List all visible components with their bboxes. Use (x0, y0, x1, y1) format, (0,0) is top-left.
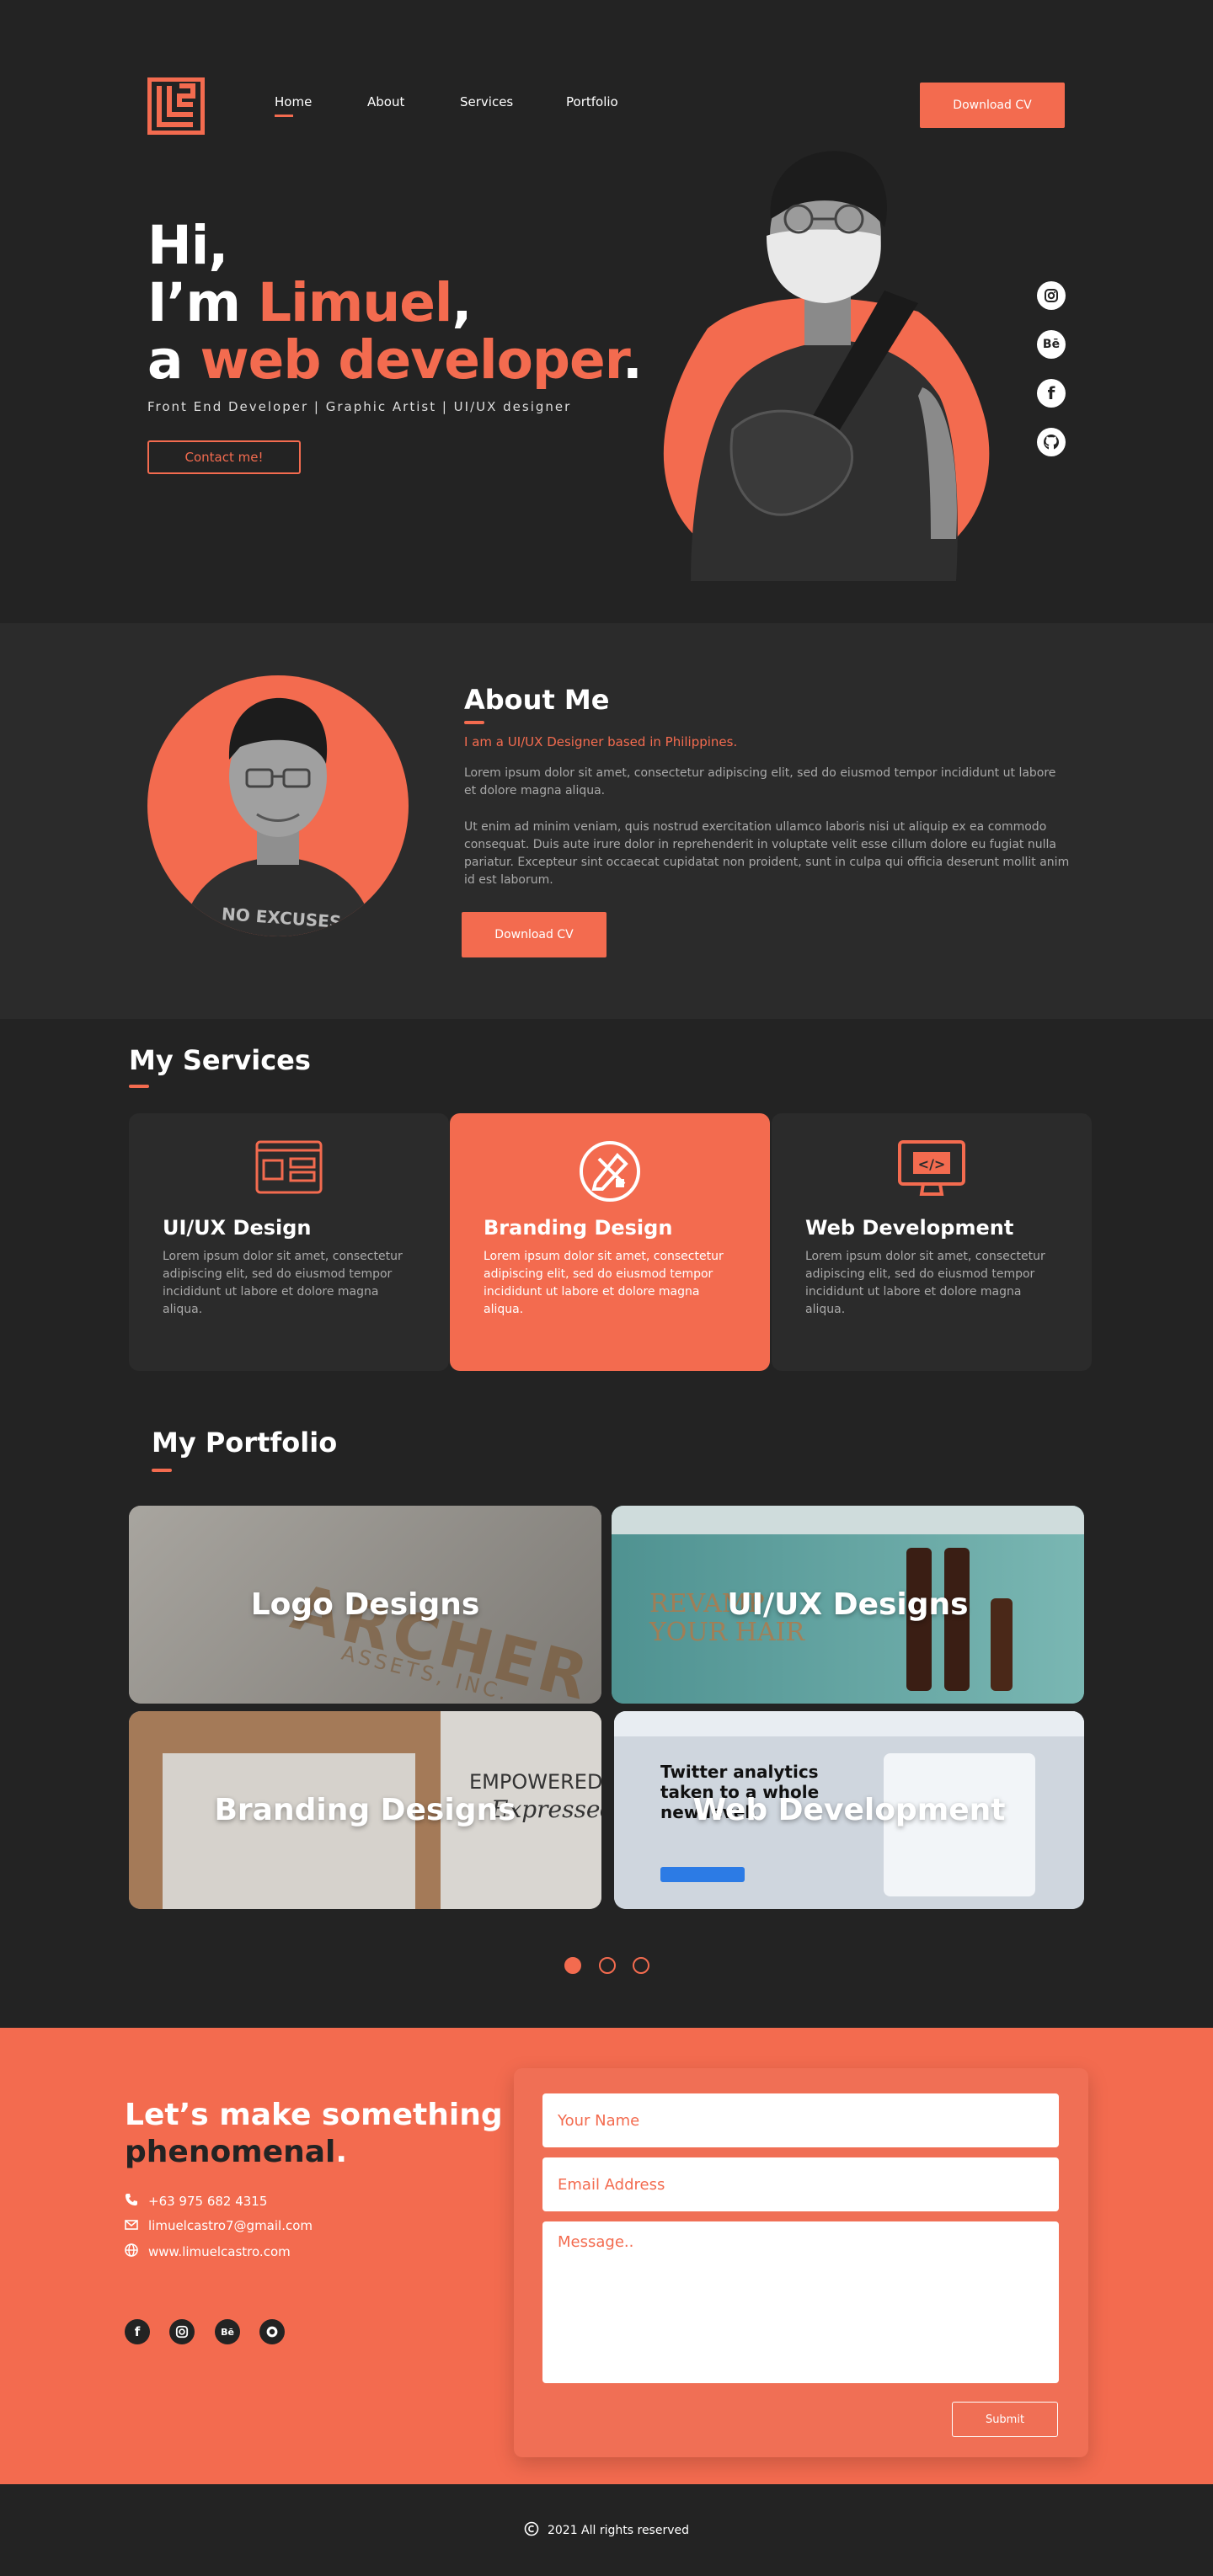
about-download-cv-button[interactable]: Download CV (462, 912, 606, 957)
globe-icon (125, 2243, 138, 2260)
github-icon[interactable] (259, 2319, 285, 2344)
carousel-dot-3[interactable] (633, 1957, 649, 1974)
hero-heading: Hi, I’m Limuel, a web developer. (147, 215, 643, 391)
copyright-icon (524, 2521, 539, 2540)
layout-icon (255, 1140, 323, 1199)
submit-button[interactable]: Submit (952, 2402, 1058, 2437)
service-title: Branding Design (484, 1216, 673, 1240)
nav-home[interactable]: Home (275, 94, 312, 117)
mock-topbar (612, 1506, 1084, 1534)
hero-tagline: Front End Developer | Graphic Artist | U… (147, 399, 572, 414)
services-title: My Services (129, 1044, 311, 1076)
about-title: About Me (464, 684, 610, 716)
about-paragraph-2: Ut enim ad minim veniam, quis nostrud ex… (464, 820, 1070, 887)
nav-portfolio[interactable]: Portfolio (566, 94, 618, 109)
portfolio-logo-designs[interactable]: ARCHER ASSETS, INC. Logo Designs (129, 1506, 601, 1704)
footer: 2021 All rights reserved (0, 2484, 1213, 2576)
nav-services[interactable]: Services (460, 94, 513, 109)
contact-me-button[interactable]: Contact me! (147, 440, 301, 474)
mail-icon (125, 2218, 138, 2233)
contact-phone[interactable]: +63 975 682 4315 (125, 2193, 267, 2210)
mock-card (163, 1753, 415, 1909)
portfolio-branding-designs[interactable]: EMPOWERED Expressed Branding Designs (129, 1711, 601, 1909)
about-subtitle: I am a UI/UX Designer based in Philippin… (464, 734, 738, 749)
nav-about[interactable]: About (367, 94, 404, 109)
service-text: Lorem ipsum dolor sit amet, consectetur … (163, 1250, 403, 1316)
carousel-dot-1[interactable] (564, 1957, 581, 1974)
carousel-dot-2[interactable] (599, 1957, 616, 1974)
message-field[interactable]: Message.. (542, 2221, 1059, 2383)
behance-icon[interactable]: Bē (215, 2319, 240, 2344)
contact-heading: Let’s make something phenomenal. (125, 2097, 503, 2171)
mock-topbar (614, 1711, 1084, 1736)
contact-heading-line-1: Let’s make something (125, 2098, 503, 2132)
behance-icon[interactable]: Bē (1037, 330, 1066, 359)
instagram-icon[interactable] (169, 2319, 195, 2344)
service-text: Lorem ipsum dolor sit amet, consectetur … (484, 1250, 724, 1316)
service-text: Lorem ipsum dolor sit amet, consectetur … (805, 1250, 1045, 1316)
product-bottle (991, 1598, 1013, 1691)
hero-line-1: Hi, (147, 215, 228, 276)
download-cv-button[interactable]: Download CV (920, 83, 1065, 128)
design-tools-icon (579, 1140, 641, 1206)
hero-line-2: I’m Limuel, (147, 272, 472, 333)
portfolio-label: Branding Designs (214, 1793, 516, 1827)
phone-icon (125, 2193, 138, 2210)
about-paragraph-1: Lorem ipsum dolor sit amet, consectetur … (464, 766, 1056, 797)
facebook-icon[interactable]: f (1037, 379, 1066, 408)
svg-text:</>: </> (918, 1156, 946, 1172)
portfolio-label: Logo Designs (250, 1587, 480, 1622)
contact-website[interactable]: www.limuelcastro.com (125, 2243, 291, 2260)
contact-email[interactable]: limuelcastro7@gmail.com (125, 2218, 313, 2233)
service-title: UI/UX Design (163, 1216, 312, 1240)
copyright-text: 2021 All rights reserved (547, 2523, 690, 2537)
portfolio-web-development[interactable]: Twitter analytics taken to a whole new l… (614, 1711, 1084, 1909)
instagram-icon[interactable] (1037, 281, 1066, 310)
portfolio-label: UI/UX Designs (727, 1587, 969, 1622)
service-title: Web Development (805, 1216, 1014, 1240)
hero-portrait (640, 143, 994, 581)
portfolio-title-underline (152, 1469, 172, 1472)
portfolio-label: Web Development (692, 1793, 1006, 1827)
service-card-webdev[interactable]: </> Web Development Lorem ipsum dolor si… (772, 1113, 1092, 1371)
service-card-uiux[interactable]: UI/UX Design Lorem ipsum dolor sit amet,… (129, 1113, 449, 1371)
hero-line-3: a web developer. (147, 329, 643, 391)
portfolio-uiux-designs[interactable]: REVAMP YOUR HAIR UI/UX Designs (612, 1506, 1084, 1704)
site-logo[interactable] (147, 77, 206, 136)
mock-button (660, 1867, 745, 1882)
email-field[interactable]: Email Address (542, 2157, 1059, 2211)
brand-mock-text: EMPOWERED (469, 1770, 601, 1794)
about-title-underline (464, 721, 484, 724)
code-monitor-icon: </> (898, 1140, 965, 1203)
facebook-icon[interactable]: f (125, 2319, 150, 2344)
name-field[interactable]: Your Name (542, 2093, 1059, 2147)
portfolio-title: My Portfolio (152, 1427, 338, 1459)
service-card-branding[interactable]: Branding Design Lorem ipsum dolor sit am… (450, 1113, 770, 1371)
github-icon[interactable] (1037, 428, 1066, 456)
contact-heading-line-2: phenomenal. (125, 2135, 348, 2169)
about-portrait: NO EXCUSES (147, 675, 409, 936)
services-title-underline (129, 1085, 149, 1088)
contact-form: Your Name Email Address Message.. Submit (514, 2068, 1088, 2457)
